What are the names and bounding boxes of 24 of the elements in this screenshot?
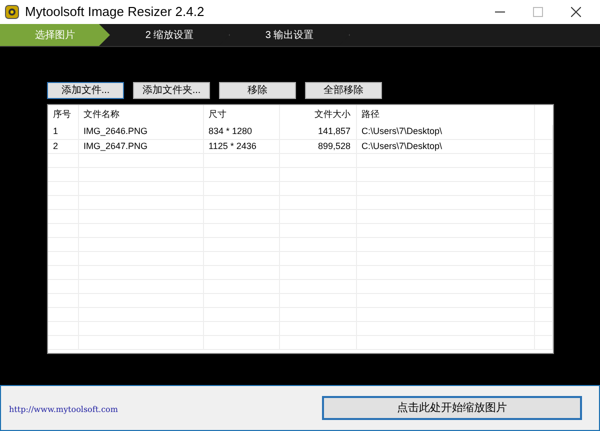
column-header[interactable]: 路径 xyxy=(362,109,380,120)
table-cell: 899,528 xyxy=(318,140,350,150)
table-cell: IMG_2647.PNG xyxy=(84,140,148,150)
table-cell: 1 xyxy=(53,126,58,136)
window-title: Mytoolsoft Image Resizer 2.4.2 xyxy=(25,3,204,22)
table-cell: 2 xyxy=(53,140,58,150)
column-header[interactable]: 文件大小 xyxy=(314,109,350,120)
table-cell: C:\Users\7\Desktop\ xyxy=(362,140,442,150)
start-resize-button[interactable]: 点击此处开始缩放图片 xyxy=(322,396,582,420)
table-cell: 1125 * 2436 xyxy=(208,140,256,150)
column-header[interactable]: 尺寸 xyxy=(208,109,226,120)
website-link[interactable]: http://www.mytoolsoft.com xyxy=(9,404,118,416)
toolbar-button[interactable]: 添加文件... xyxy=(47,82,124,99)
toolbar-button[interactable]: 移除 xyxy=(219,82,296,99)
column-header[interactable]: 文件名称 xyxy=(84,109,120,120)
table-cell: C:\Users\7\Desktop\ xyxy=(362,126,442,136)
close-icon[interactable] xyxy=(571,7,581,17)
toolbar-button[interactable]: 全部移除 xyxy=(305,82,382,99)
toolbar-button[interactable]: 添加文件夹... xyxy=(133,82,210,99)
table-cell: 834 * 1280 xyxy=(208,126,252,136)
table-cell: IMG_2646.PNG xyxy=(84,126,148,136)
table-cell: 141,857 xyxy=(318,126,350,136)
column-header[interactable]: 序号 xyxy=(53,109,71,120)
app-icon xyxy=(5,5,19,19)
